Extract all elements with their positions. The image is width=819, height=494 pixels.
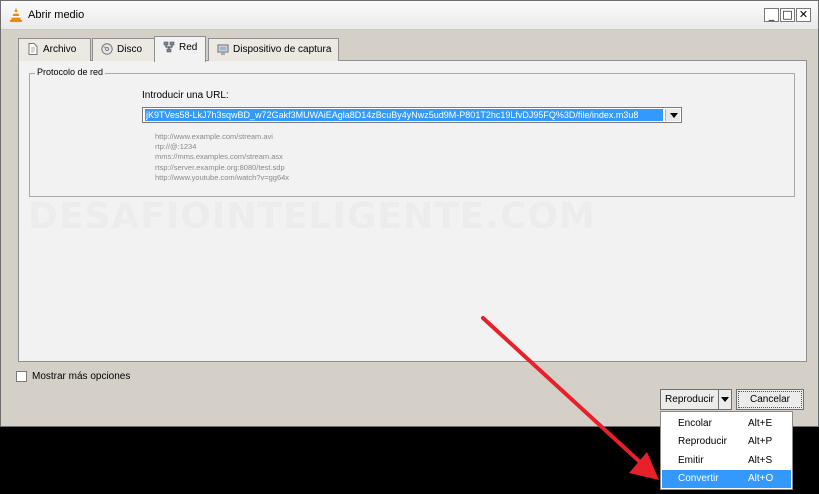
menu-item-shortcut: Alt+S (748, 455, 773, 466)
example-line: mms://mms.examples.com/stream.asx (155, 152, 283, 162)
chevron-down-icon[interactable] (665, 109, 680, 121)
menu-item-label: Reproducir (678, 436, 727, 447)
checkbox-box[interactable] (16, 371, 27, 382)
menu-item-reproducir[interactable]: Reproducir Alt+P (662, 433, 791, 451)
title-bar: Abrir medio _ □ ✕ (1, 1, 818, 30)
close-button[interactable]: ✕ (796, 8, 811, 22)
close-icon: ✕ (798, 8, 809, 21)
example-line: rtp://@:1234 (155, 142, 197, 152)
menu-item-label: Convertir (678, 473, 719, 484)
play-dropdown-button[interactable] (718, 389, 732, 410)
window-title: Abrir medio (28, 9, 85, 21)
menu-item-shortcut: Alt+E (748, 418, 773, 429)
tab-archivo[interactable]: Archivo (18, 38, 91, 61)
network-protocol-group: Protocolo de red Introducir una URL: jK9… (29, 67, 795, 197)
file-icon (28, 43, 38, 56)
url-examples: http://www.example.com/stream.avi rtp://… (155, 132, 289, 183)
url-label: Introducir una URL: (142, 90, 229, 101)
maximize-button[interactable]: □ (780, 8, 795, 22)
tab-label: Red (179, 42, 198, 53)
tab-label: Disco (117, 44, 143, 55)
play-button[interactable]: Reproducir (660, 389, 719, 410)
group-title: Protocolo de red (35, 67, 106, 77)
vlc-cone-icon (10, 8, 22, 22)
watermark: DESAFIOINTELIGENTE.COM (28, 196, 596, 237)
example-line: rtsp://server.example.org:8080/test.sdp (155, 162, 285, 172)
menu-item-label: Encolar (678, 418, 712, 429)
url-combobox[interactable]: jK9TVes58-LkJ7h3sqwBD_w72Gakf3MUWAiEAgla… (142, 107, 682, 123)
open-media-dialog: Abrir medio _ □ ✕ Protocolo de red Intro… (0, 0, 819, 427)
menu-item-emitir[interactable]: Emitir Alt+S (662, 452, 791, 470)
menu-item-encolar[interactable]: Encolar Alt+E (662, 415, 791, 433)
disc-icon (101, 43, 113, 56)
tab-red[interactable]: Red (154, 36, 206, 62)
capture-device-icon (217, 44, 229, 55)
menu-item-label: Emitir (678, 455, 704, 466)
example-line: http://www.example.com/stream.avi (155, 132, 273, 141)
checkbox-label: Mostrar más opciones (32, 371, 131, 383)
menu-item-shortcut: Alt+P (748, 436, 773, 447)
tab-dispositivo-de-captura[interactable]: Dispositivo de captura (208, 38, 339, 61)
play-options-menu: Encolar Alt+E Reproducir Alt+P Emitir Al… (660, 411, 793, 490)
minimize-button[interactable]: _ (764, 8, 779, 22)
menu-item-convertir[interactable]: Convertir Alt+O (662, 470, 791, 488)
menu-item-shortcut: Alt+O (748, 473, 774, 484)
network-icon (163, 42, 175, 53)
show-more-options-checkbox[interactable]: Mostrar más opciones (16, 371, 130, 382)
url-input[interactable]: jK9TVes58-LkJ7h3sqwBD_w72Gakf3MUWAiEAgla… (145, 109, 663, 121)
example-line: http://www.youtube.com/watch?v=gg64x (155, 172, 290, 182)
tab-label: Archivo (43, 44, 77, 55)
tab-disco[interactable]: Disco (92, 38, 162, 61)
maximize-icon: □ (782, 8, 793, 21)
tab-label: Dispositivo de captura (233, 44, 332, 55)
cancel-button[interactable]: Cancelar (736, 389, 804, 410)
minimize-icon: _ (768, 8, 775, 21)
